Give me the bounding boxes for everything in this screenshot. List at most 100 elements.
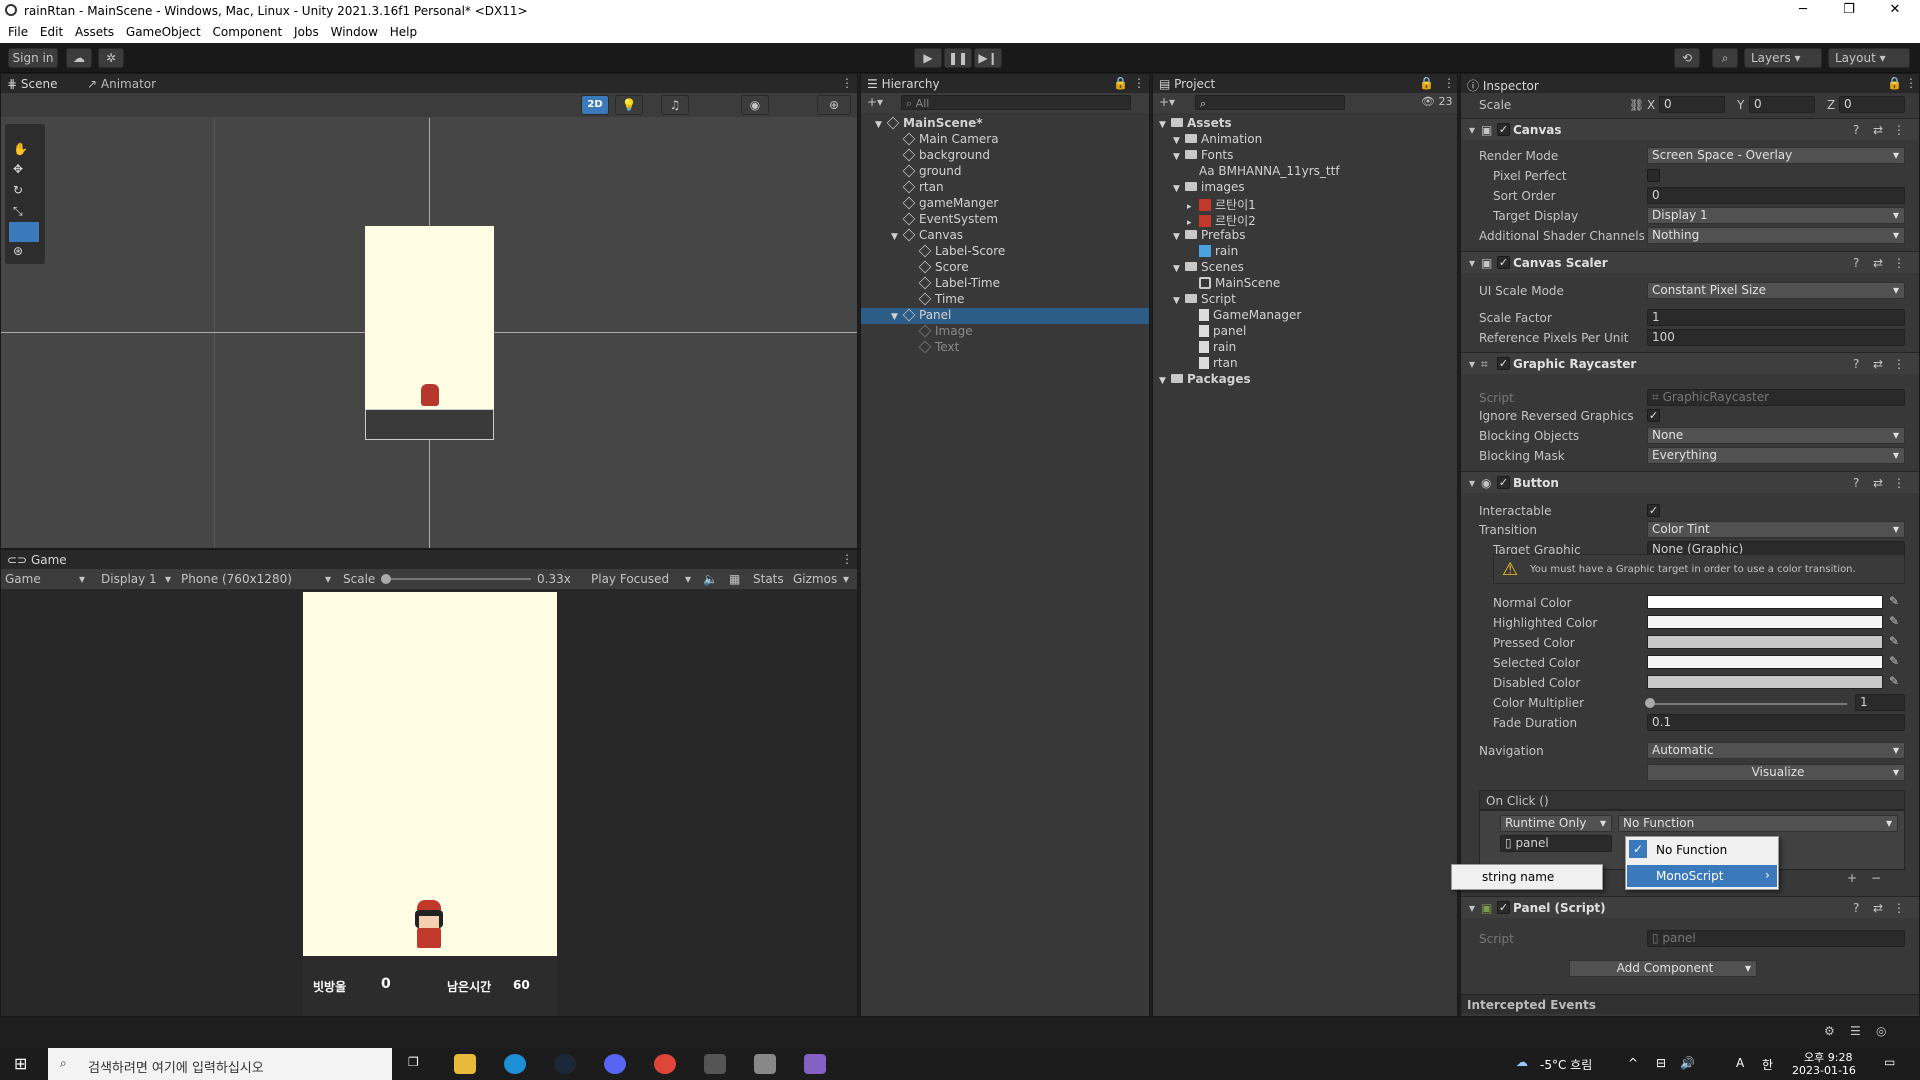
hierarchy-item[interactable]: ground xyxy=(861,164,1149,180)
foldout-arrow-icon[interactable]: ▼ xyxy=(891,312,903,322)
foldout-icon[interactable]: ▾ xyxy=(1469,256,1475,270)
scale-slider[interactable] xyxy=(385,578,531,580)
menu-file[interactable]: File xyxy=(0,22,28,39)
gizmos-icon[interactable]: ⊕ xyxy=(817,95,851,115)
stats-grid-icon[interactable]: ▦ xyxy=(729,572,740,586)
mute-audio-icon[interactable]: 🔈 xyxy=(703,572,718,586)
help-icon[interactable]: ? xyxy=(1853,123,1859,137)
add-icon[interactable]: +▾ xyxy=(867,95,883,109)
foldout-arrow-icon[interactable]: ▸ xyxy=(1187,218,1199,228)
stats-button[interactable]: Stats xyxy=(753,572,784,586)
steam-icon[interactable] xyxy=(554,1054,576,1074)
hierarchy-item[interactable]: Image xyxy=(861,324,1149,340)
foldout-icon[interactable]: ▾ xyxy=(1469,357,1475,371)
debug-icon[interactable]: ⚙ xyxy=(1824,1024,1835,1038)
visibility-icon[interactable]: ◉ xyxy=(741,95,769,115)
menu-item-monoscript[interactable]: MonoScript › xyxy=(1627,865,1777,887)
weather-text[interactable]: -5°C 흐림 xyxy=(1540,1056,1592,1073)
canvas-scaler-enabled-checkbox[interactable]: ✓ xyxy=(1497,256,1510,269)
project-search-input[interactable]: ⌕ xyxy=(1195,95,1345,110)
panel-menu-icon[interactable]: ⋮ xyxy=(841,76,853,90)
hierarchy-item[interactable]: EventSystem xyxy=(861,212,1149,228)
foldout-arrow-icon[interactable]: ▼ xyxy=(1159,376,1171,386)
target-object-field[interactable]: ▯ panel xyxy=(1500,835,1612,852)
scale-tool-icon[interactable]: ⤡ xyxy=(13,204,23,219)
unity-hub-icon[interactable] xyxy=(704,1054,726,1074)
scene-rtan-sprite[interactable] xyxy=(421,384,439,406)
cache-icon[interactable]: ☰ xyxy=(1850,1024,1861,1038)
help-icon[interactable]: ? xyxy=(1853,357,1859,371)
navigation-dropdown[interactable]: Automatic xyxy=(1647,742,1905,759)
menu-edit[interactable]: Edit xyxy=(32,22,63,39)
blocking-mask-dropdown[interactable]: Everything xyxy=(1647,447,1905,464)
help-icon[interactable]: ? xyxy=(1853,256,1859,270)
project-item[interactable]: ▼ images xyxy=(1153,180,1457,196)
hand-tool-icon[interactable]: ✋ xyxy=(13,142,28,156)
collab-icon[interactable]: ✲ xyxy=(98,48,124,68)
component-menu-icon[interactable]: ⋮ xyxy=(1893,256,1905,270)
foldout-arrow-icon[interactable]: ▸ xyxy=(1187,202,1199,212)
foldout-arrow-icon[interactable]: ▼ xyxy=(1173,232,1185,242)
volume-icon[interactable]: 🔊 xyxy=(1680,1056,1695,1070)
hierarchy-item[interactable]: ▼ Panel xyxy=(861,308,1149,324)
preset-icon[interactable]: ⇄ xyxy=(1873,256,1883,270)
play-button[interactable]: ▶ xyxy=(914,48,942,68)
chrome-icon[interactable] xyxy=(654,1054,676,1074)
lock-icon[interactable]: 🔒 xyxy=(1419,76,1434,90)
layers-dropdown[interactable]: Layers ▾ xyxy=(1744,48,1822,68)
animator-tab[interactable]: ↗ Animator xyxy=(87,77,156,91)
scale-z-field[interactable]: 0 xyxy=(1839,96,1905,113)
foldout-arrow-icon[interactable]: ▼ xyxy=(1173,152,1185,162)
help-icon[interactable]: ? xyxy=(1853,901,1859,915)
maximize-button[interactable]: ❐ xyxy=(1826,0,1872,22)
file-explorer-icon[interactable] xyxy=(454,1054,476,1074)
eyedropper-icon[interactable]: ✎ xyxy=(1889,594,1899,608)
foldout-icon[interactable]: ▾ xyxy=(1469,476,1475,490)
resolution-dropdown[interactable]: Phone (760x1280) xyxy=(181,572,292,586)
search-icon[interactable]: ⌕ xyxy=(1712,48,1738,68)
function-dropdown[interactable]: No Function xyxy=(1618,815,1898,832)
canvas-scaler-header[interactable]: ▾ ▣ ✓ Canvas Scaler ? ⇄ ⋮ xyxy=(1461,251,1919,273)
project-item[interactable]: ▼ Animation xyxy=(1153,132,1457,148)
component-menu-icon[interactable]: ⋮ xyxy=(1893,476,1905,490)
progress-icon[interactable]: ◎ xyxy=(1876,1024,1886,1038)
ime-mode-icon[interactable]: 한 xyxy=(1762,1056,1773,1073)
hierarchy-item[interactable]: Text xyxy=(861,340,1149,356)
shader-channels-dropdown[interactable]: Nothing xyxy=(1647,227,1905,244)
hierarchy-item[interactable]: Score xyxy=(861,260,1149,276)
scale-y-field[interactable]: 0 xyxy=(1749,96,1815,113)
component-menu-icon[interactable]: ⋮ xyxy=(1893,357,1905,371)
hierarchy-item[interactable]: Main Camera xyxy=(861,132,1149,148)
button-enabled-checkbox[interactable]: ✓ xyxy=(1497,476,1510,489)
hierarchy-item[interactable]: ▼ Canvas xyxy=(861,228,1149,244)
visual-studio-icon[interactable] xyxy=(804,1054,826,1074)
weather-icon[interactable]: ☁ xyxy=(1516,1055,1528,1069)
eyedropper-icon[interactable]: ✎ xyxy=(1889,674,1899,688)
move-tool-icon[interactable]: ✥ xyxy=(13,162,23,176)
close-button[interactable]: ✕ xyxy=(1872,0,1918,22)
foldout-arrow-icon[interactable]: ▼ xyxy=(1173,136,1185,146)
normal-color-swatch[interactable] xyxy=(1647,595,1883,609)
foldout-arrow-icon[interactable]: ▼ xyxy=(875,120,887,130)
sign-in-button[interactable]: Sign in xyxy=(8,48,58,68)
foldout-arrow-icon[interactable]: ▼ xyxy=(1173,264,1185,274)
project-item[interactable]: ▸ 르탄이1 xyxy=(1153,196,1457,212)
hierarchy-item[interactable]: gameManger xyxy=(861,196,1149,212)
tray-chevron-icon[interactable]: ^ xyxy=(1628,1056,1638,1070)
panel-menu-icon[interactable]: ⋮ xyxy=(1443,76,1455,90)
panel-menu-icon[interactable]: ⋮ xyxy=(1133,76,1145,90)
foldout-icon[interactable]: ▾ xyxy=(1469,901,1475,915)
cloud-icon[interactable]: ☁ xyxy=(66,48,92,68)
taskbar-search-box[interactable]: ⌕ 검색하려면 여기에 입력하십시오 xyxy=(48,1048,392,1080)
panel-script-header[interactable]: ▾ ▣ ✓ Panel (Script) ? ⇄ ⋮ xyxy=(1461,896,1919,918)
hierarchy-tab[interactable]: ☰ Hierarchy xyxy=(867,77,940,91)
visualize-button[interactable]: Visualize xyxy=(1647,764,1905,781)
task-view-icon[interactable]: ❐ xyxy=(408,1055,419,1069)
network-icon[interactable]: ⊟ xyxy=(1656,1056,1666,1070)
add-listener-button[interactable]: + xyxy=(1847,871,1857,885)
project-item[interactable]: ▼ Prefabs xyxy=(1153,228,1457,244)
project-item[interactable]: rain xyxy=(1153,244,1457,260)
pressed-color-swatch[interactable] xyxy=(1647,635,1883,649)
ignore-reversed-checkbox[interactable]: ✓ xyxy=(1647,409,1660,422)
gizmos-button[interactable]: Gizmos xyxy=(793,572,837,586)
